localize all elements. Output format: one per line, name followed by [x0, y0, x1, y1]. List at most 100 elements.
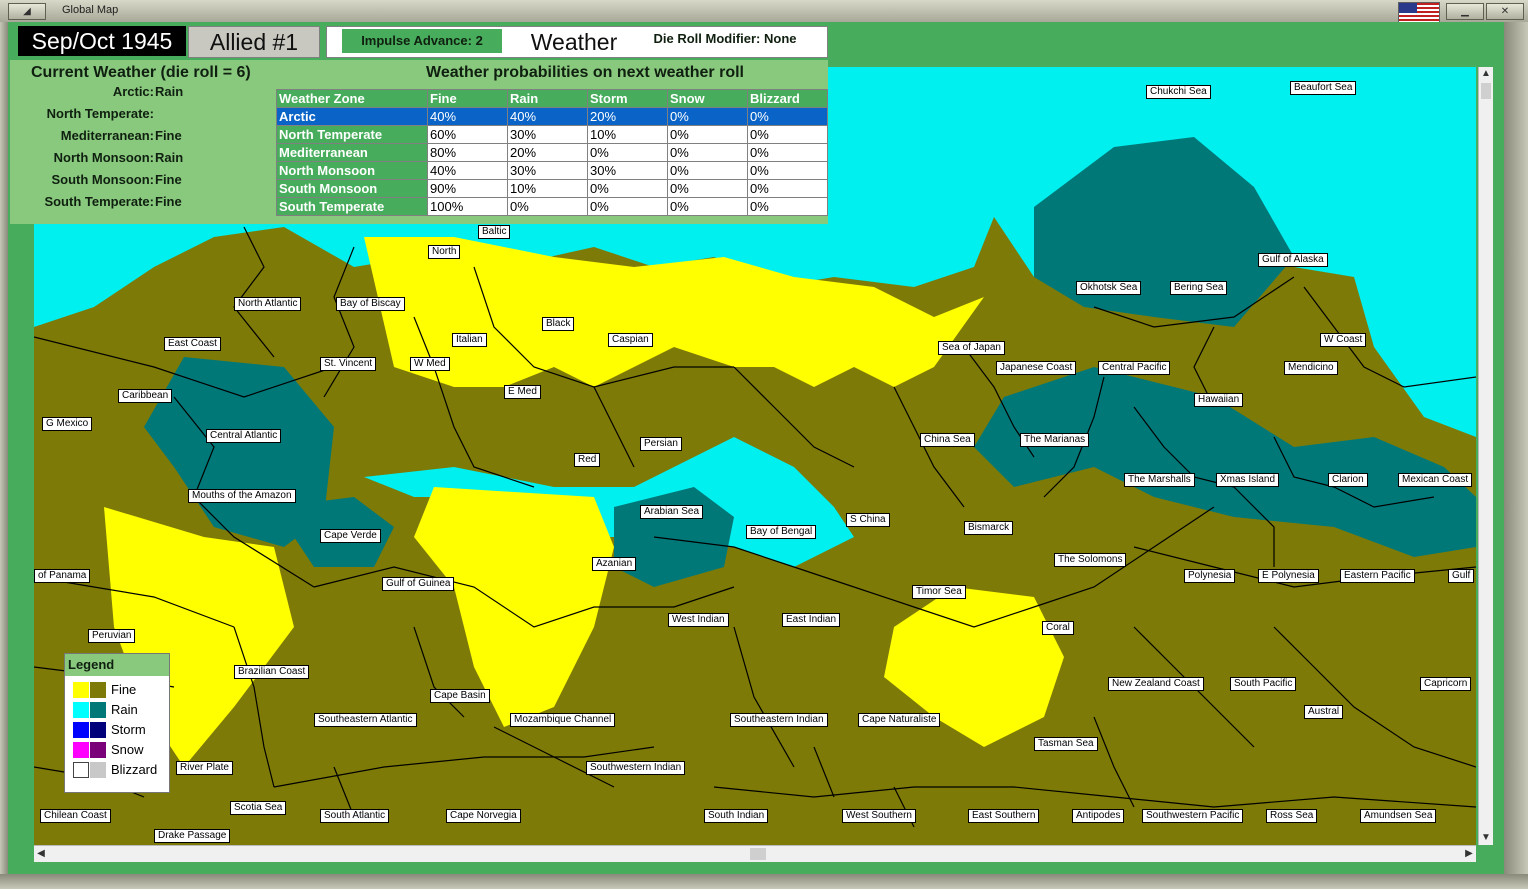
- sea-label-river-plate[interactable]: River Plate: [176, 761, 233, 775]
- sea-label-e-med[interactable]: E Med: [504, 385, 541, 399]
- scroll-down-icon[interactable]: ▼: [1479, 831, 1493, 845]
- sea-label-polynesia[interactable]: Polynesia: [1184, 569, 1236, 583]
- sea-label-amundsen-sea[interactable]: Amundsen Sea: [1360, 809, 1437, 823]
- sea-label-g-mexico[interactable]: G Mexico: [42, 417, 93, 431]
- sea-label-chilean-coast[interactable]: Chilean Coast: [40, 809, 111, 823]
- sea-label-north[interactable]: North: [428, 245, 461, 259]
- table-row[interactable]: North Monsoon 40% 30% 30% 0% 0%: [276, 161, 828, 180]
- sea-label-azanian[interactable]: Azanian: [592, 557, 637, 571]
- scroll-up-icon[interactable]: ▲: [1479, 67, 1493, 81]
- sea-label-east-coast[interactable]: East Coast: [164, 337, 221, 351]
- sea-label-southeastern-atlantic[interactable]: Southeastern Atlantic: [314, 713, 417, 727]
- sea-label-bismarck[interactable]: Bismarck: [964, 521, 1014, 535]
- column-header-rain: Rain: [507, 89, 588, 108]
- sea-label-brazilian-coast[interactable]: Brazilian Coast: [234, 665, 310, 679]
- sea-label-cape-naturaliste[interactable]: Cape Naturaliste: [858, 713, 941, 727]
- sea-label-timor-sea[interactable]: Timor Sea: [912, 585, 966, 599]
- sea-label-east-southern[interactable]: East Southern: [968, 809, 1040, 823]
- sea-label-north-atlantic[interactable]: North Atlantic: [234, 297, 302, 311]
- sea-label-okhotsk[interactable]: Okhotsk Sea: [1076, 281, 1142, 295]
- sea-label-the-marshalls[interactable]: The Marshalls: [1124, 473, 1195, 487]
- sea-label-xmas-island[interactable]: Xmas Island: [1216, 473, 1280, 487]
- sea-label-chukchi[interactable]: Chukchi Sea: [1146, 85, 1211, 99]
- sea-label-the-marianas[interactable]: The Marianas: [1020, 433, 1090, 447]
- sea-label-austral[interactable]: Austral: [1304, 705, 1344, 719]
- minimize-button[interactable]: ▁: [1446, 3, 1484, 20]
- sea-label-capricorn[interactable]: Capricorn: [1420, 677, 1472, 691]
- sea-label-caribbean[interactable]: Caribbean: [118, 389, 173, 403]
- sea-label-cape-basin[interactable]: Cape Basin: [430, 689, 490, 703]
- horizontal-scrollbar[interactable]: ◀ ▶: [34, 845, 1476, 862]
- vertical-scroll-thumb[interactable]: [1481, 83, 1491, 99]
- sea-label-bay-bengal[interactable]: Bay of Bengal: [746, 525, 817, 539]
- sea-label-south-pacific[interactable]: South Pacific: [1230, 677, 1297, 691]
- sea-label-gulf-edge[interactable]: Gulf: [1448, 569, 1475, 583]
- sea-label-south-indian[interactable]: South Indian: [704, 809, 769, 823]
- sea-label-new-zealand-coast[interactable]: New Zealand Coast: [1108, 677, 1204, 691]
- sea-label-eastern-pacific[interactable]: Eastern Pacific: [1340, 569, 1415, 583]
- sea-label-gulf-guinea[interactable]: Gulf of Guinea: [382, 577, 455, 591]
- sea-label-bay-biscay[interactable]: Bay of Biscay: [336, 297, 405, 311]
- sea-label-mexican-coast[interactable]: Mexican Coast: [1398, 473, 1473, 487]
- sea-label-clarion[interactable]: Clarion: [1328, 473, 1368, 487]
- sea-label-e-polynesia[interactable]: E Polynesia: [1258, 569, 1319, 583]
- sea-label-beaufort[interactable]: Beaufort Sea: [1290, 81, 1357, 95]
- sea-label-w-med[interactable]: W Med: [410, 357, 450, 371]
- table-row[interactable]: South Temperate 100% 0% 0% 0% 0%: [276, 197, 828, 216]
- sea-label-east-indian[interactable]: East Indian: [782, 613, 841, 627]
- scroll-left-icon[interactable]: ◀: [34, 846, 48, 862]
- weather-tab-title: Weather: [530, 29, 618, 55]
- sea-label-persian[interactable]: Persian: [640, 437, 682, 451]
- window-menu-button[interactable]: ◢: [8, 3, 46, 20]
- sea-label-mozambique-channel[interactable]: Mozambique Channel: [510, 713, 616, 727]
- sea-label-cape-verde[interactable]: Cape Verde: [320, 529, 381, 543]
- table-row[interactable]: North Temperate 60% 30% 10% 0% 0%: [276, 125, 828, 144]
- fine-cell: 40%: [427, 161, 508, 180]
- sea-label-west-southern[interactable]: West Southern: [842, 809, 916, 823]
- sea-label-southwestern-pacific[interactable]: Southwestern Pacific: [1142, 809, 1244, 823]
- sea-label-hawaiian[interactable]: Hawaiian: [1194, 393, 1244, 407]
- sea-label-coral[interactable]: Coral: [1042, 621, 1074, 635]
- table-row[interactable]: Arctic 40% 40% 20% 0% 0%: [276, 107, 828, 126]
- sea-label-st-vincent[interactable]: St. Vincent: [320, 357, 377, 371]
- sea-label-mouths-amazon[interactable]: Mouths of the Amazon: [188, 489, 296, 503]
- sea-label-japanese-coast[interactable]: Japanese Coast: [996, 361, 1077, 375]
- sea-label-west-indian[interactable]: West Indian: [668, 613, 729, 627]
- table-row[interactable]: South Monsoon 90% 10% 0% 0% 0%: [276, 179, 828, 198]
- sea-label-italian[interactable]: Italian: [452, 333, 487, 347]
- sea-label-the-solomons[interactable]: The Solomons: [1054, 553, 1127, 567]
- sea-label-w-coast[interactable]: W Coast: [1320, 333, 1367, 347]
- sea-label-red[interactable]: Red: [574, 453, 601, 467]
- zone-cell: Mediterranean: [276, 143, 428, 162]
- sea-label-peruvian[interactable]: Peruvian: [88, 629, 136, 643]
- sea-label-tasman-sea[interactable]: Tasman Sea: [1034, 737, 1098, 751]
- sea-label-mendicino[interactable]: Mendicino: [1284, 361, 1338, 375]
- sea-label-southwestern-indian[interactable]: Southwestern Indian: [586, 761, 686, 775]
- legend-label: Fine: [111, 682, 137, 697]
- vertical-scrollbar[interactable]: ▲ ▼: [1478, 67, 1493, 845]
- sea-label-cape-norvegia[interactable]: Cape Norvegia: [446, 809, 521, 823]
- sea-label-southeastern-indian[interactable]: Southeastern Indian: [730, 713, 828, 727]
- sea-label-sea-japan[interactable]: Sea of Japan: [938, 341, 1005, 355]
- sea-label-antipodes[interactable]: Antipodes: [1072, 809, 1125, 823]
- close-button[interactable]: ✕: [1486, 3, 1524, 20]
- sea-label-south-atlantic[interactable]: South Atlantic: [320, 809, 390, 823]
- table-row[interactable]: Mediterranean 80% 20% 0% 0% 0%: [276, 143, 828, 162]
- sea-label-black[interactable]: Black: [542, 317, 575, 331]
- sea-label-caspian[interactable]: Caspian: [608, 333, 653, 347]
- sea-label-bering[interactable]: Bering Sea: [1170, 281, 1228, 295]
- sea-label-arabian-sea[interactable]: Arabian Sea: [640, 505, 704, 519]
- sea-label-central-atlantic[interactable]: Central Atlantic: [206, 429, 282, 443]
- sea-label-scotia-sea[interactable]: Scotia Sea: [230, 801, 287, 815]
- sea-label-ross-sea[interactable]: Ross Sea: [1266, 809, 1318, 823]
- sea-label-drake-passage[interactable]: Drake Passage: [154, 829, 231, 843]
- sea-label-china-sea[interactable]: China Sea: [920, 433, 975, 447]
- horizontal-scroll-thumb[interactable]: [750, 848, 766, 860]
- zone-weather: Fine: [155, 172, 182, 187]
- sea-label-gulf-alaska[interactable]: Gulf of Alaska: [1258, 253, 1328, 267]
- sea-label-of-panama[interactable]: of Panama: [34, 569, 91, 583]
- sea-label-central-pacific[interactable]: Central Pacific: [1098, 361, 1171, 375]
- scroll-right-icon[interactable]: ▶: [1462, 846, 1476, 862]
- sea-label-baltic[interactable]: Baltic: [478, 225, 511, 239]
- sea-label-s-china[interactable]: S China: [846, 513, 890, 527]
